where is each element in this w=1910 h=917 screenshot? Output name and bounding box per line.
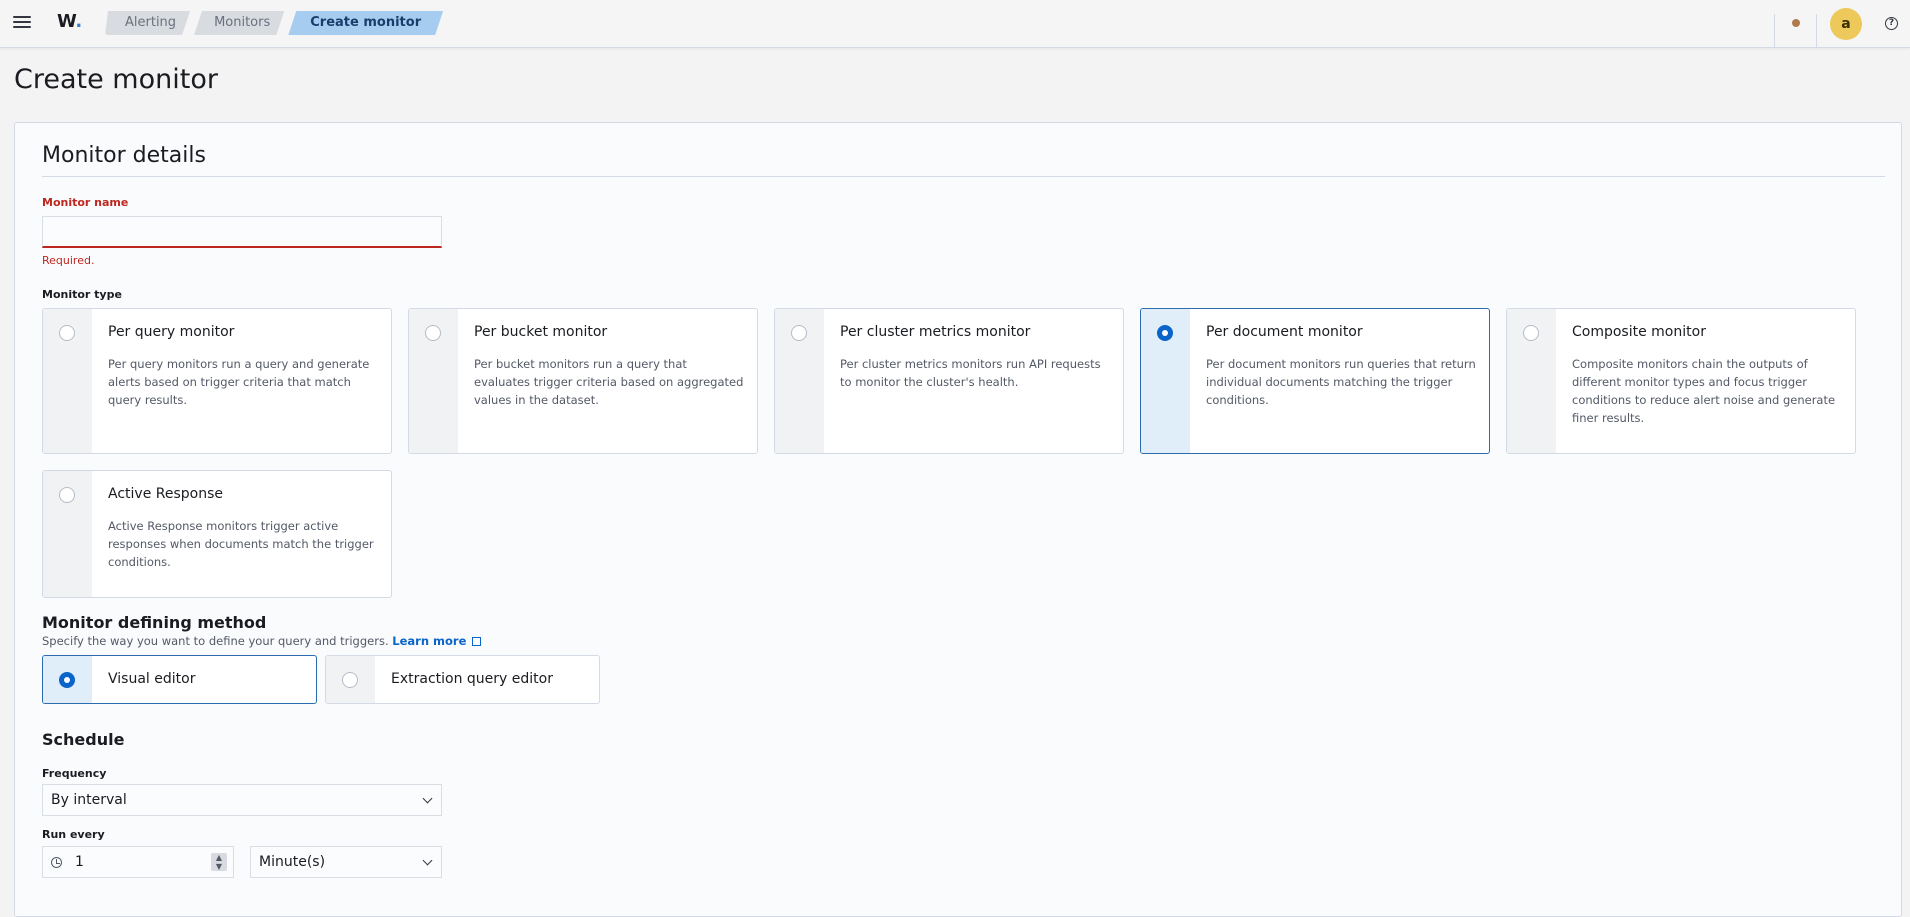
chevron-down-icon — [422, 793, 433, 804]
method-label: Extraction query editor — [391, 671, 553, 687]
radio-per-query[interactable] — [59, 325, 75, 341]
monitor-name-input[interactable] — [42, 216, 442, 248]
monitor-type-per-query[interactable]: Per query monitor Per query monitors run… — [42, 308, 392, 454]
header-divider — [1816, 14, 1817, 48]
unit-select[interactable]: Minute(s) — [250, 846, 442, 878]
card-title: Per query monitor — [108, 324, 235, 340]
method-extraction-query-editor[interactable]: Extraction query editor — [325, 655, 600, 704]
frequency-select[interactable]: By interval — [42, 784, 442, 816]
monitor-type-per-document[interactable]: Per document monitor Per document monito… — [1140, 308, 1490, 454]
monitor-type-label: Monitor type — [42, 288, 122, 301]
defining-method-subtitle: Specify the way you want to define your … — [42, 634, 482, 648]
breadcrumb: Alerting Monitors Create monitor — [105, 11, 447, 35]
top-header: W. Alerting Monitors Create monitor a ? — [0, 0, 1910, 48]
radio-active-response[interactable] — [59, 487, 75, 503]
run-every-input[interactable]: 1 ▲ ▼ — [42, 846, 234, 878]
card-title: Per document monitor — [1206, 324, 1363, 340]
learn-more-link[interactable]: Learn more — [392, 634, 466, 648]
radio-visual-editor[interactable] — [59, 672, 75, 688]
radio-per-document[interactable] — [1157, 325, 1173, 341]
menu-icon[interactable] — [13, 14, 31, 32]
card-description: Composite monitors chain the outputs of … — [1572, 357, 1836, 425]
page-title: Create monitor — [14, 64, 218, 95]
frequency-value: By interval — [51, 792, 127, 808]
monitor-type-composite[interactable]: Composite monitor Composite monitors cha… — [1506, 308, 1856, 454]
method-label: Visual editor — [108, 671, 196, 687]
card-description: Active Response monitors trigger active … — [108, 519, 374, 569]
card-title: Active Response — [108, 486, 223, 502]
breadcrumb-monitors[interactable]: Monitors — [194, 11, 284, 35]
radio-per-bucket[interactable] — [425, 325, 441, 341]
unit-value: Minute(s) — [259, 854, 326, 870]
chevron-down-icon — [422, 855, 433, 866]
breadcrumb-alerting[interactable]: Alerting — [105, 11, 190, 35]
monitor-type-active-response[interactable]: Active Response Active Response monitors… — [42, 470, 392, 598]
external-link-icon[interactable] — [472, 637, 482, 646]
subtitle-text: Specify the way you want to define your … — [42, 634, 389, 648]
section-title-monitor-details: Monitor details — [42, 143, 206, 168]
radio-composite[interactable] — [1523, 325, 1539, 341]
card-description: Per cluster metrics monitors run API req… — [840, 357, 1101, 389]
number-stepper-icon[interactable]: ▲ ▼ — [211, 853, 227, 871]
notification-dot-icon[interactable] — [1792, 19, 1800, 27]
run-every-value: 1 — [75, 854, 84, 870]
app-logo[interactable]: W. — [57, 11, 82, 32]
monitor-name-error: Required. — [42, 254, 95, 267]
card-description: Per query monitors run a query and gener… — [108, 357, 370, 407]
frequency-label: Frequency — [42, 767, 107, 780]
monitor-type-per-cluster-metrics[interactable]: Per cluster metrics monitor Per cluster … — [774, 308, 1124, 454]
card-description: Per bucket monitors run a query that eva… — [474, 357, 744, 407]
card-title: Per bucket monitor — [474, 324, 608, 340]
card-title: Composite monitor — [1572, 324, 1706, 340]
section-title-schedule: Schedule — [42, 730, 125, 749]
divider — [42, 176, 1885, 177]
card-description: Per document monitors run queries that r… — [1206, 357, 1476, 407]
monitor-details-panel: Monitor details Monitor name Required. M… — [14, 122, 1902, 917]
header-divider — [1774, 14, 1775, 48]
radio-per-cluster-metrics[interactable] — [791, 325, 807, 341]
avatar[interactable]: a — [1830, 8, 1862, 40]
card-title: Per cluster metrics monitor — [840, 324, 1031, 340]
breadcrumb-create-monitor: Create monitor — [288, 11, 443, 35]
monitor-name-label: Monitor name — [42, 196, 129, 209]
method-visual-editor[interactable]: Visual editor — [42, 655, 317, 704]
help-icon[interactable]: ? — [1885, 17, 1898, 30]
run-every-label: Run every — [42, 828, 105, 841]
section-title-defining-method: Monitor defining method — [42, 613, 267, 632]
monitor-type-per-bucket[interactable]: Per bucket monitor Per bucket monitors r… — [408, 308, 758, 454]
clock-icon — [51, 857, 62, 868]
radio-extraction-query-editor[interactable] — [342, 672, 358, 688]
